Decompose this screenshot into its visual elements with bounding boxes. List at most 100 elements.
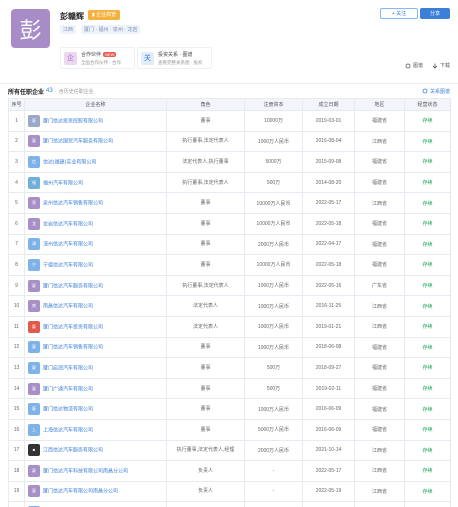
- subtag-cities[interactable]: 厦门 · 福州 · 泉州 · 龙岩: [81, 25, 141, 34]
- profile-header: 彭 彭赣辉 ▮ 企业高管 江西 厦门 · 福州 · 泉州 · 龙岩 + 关注 分…: [0, 0, 458, 84]
- company-cell[interactable]: 漳漳州信达汽车有限公司: [24, 233, 167, 256]
- status-cell: 存续: [404, 439, 451, 462]
- relation-card[interactable]: 关 投资关系 · 图谱 查看完整关系图 · 股权: [137, 47, 212, 69]
- role-cell: 执行董事,法定代表人,经理: [166, 439, 245, 462]
- follow-button[interactable]: + 关注: [380, 8, 418, 19]
- relation-graph-link[interactable]: 关系图谱: [422, 88, 450, 95]
- company-name-link[interactable]: 厦门信达汽车投资有限公司: [43, 324, 103, 330]
- table-row[interactable]: 7 漳漳州信达汽车有限公司 董事 2000万人民币 2022-04-17 福建省 存续: [8, 233, 451, 256]
- status-cell: 存续: [404, 357, 451, 379]
- capital-cell: 10000万人民币: [244, 254, 303, 276]
- role-cell: 董事: [166, 212, 245, 235]
- download-tool[interactable]: 下载: [432, 62, 450, 69]
- company-name-link[interactable]: 厦门广通汽车有限公司: [43, 386, 93, 392]
- company-cell[interactable]: 南南昌信达汽车有限公司: [24, 295, 167, 317]
- region-cell: 福建省: [354, 233, 405, 256]
- company-name-link[interactable]: 厦门信达物流有限公司: [43, 407, 93, 413]
- date-cell: 2018-09-27: [302, 357, 355, 379]
- table-row[interactable]: 3 信信达(福建)实业有限公司 法定代表人,执行董事 5000万 2015-09-08 福…: [8, 151, 451, 173]
- company-cell[interactable]: 厦厦门信达汽车有限公司南昌分公司: [24, 480, 167, 503]
- table-row[interactable]: 2 厦厦门信达国贸汽车服务有限公司 执行董事,法定代表人 1000万人民币 2016-0…: [8, 130, 451, 153]
- column-header: 经营状态: [404, 98, 451, 111]
- company-logo: 信: [28, 155, 40, 168]
- company-name-link[interactable]: 龙岩信达汽车有限公司: [43, 221, 93, 227]
- company-logo: 福: [28, 176, 40, 189]
- relation-card-sub: 查看完整关系图 · 股权: [158, 59, 203, 65]
- company-name-link[interactable]: 福州汽车有限公司: [43, 180, 83, 186]
- company-cell[interactable]: 厦厦门信达汽车服务有限公司: [24, 274, 167, 297]
- row-index: 14: [8, 377, 25, 400]
- table-row[interactable]: 9 厦厦门信达汽车服务有限公司 执行董事,法定代表人 1000万人民币 2022-05-…: [8, 274, 451, 297]
- company-name-link[interactable]: 宁德信达汽车有限公司: [43, 262, 93, 268]
- table-row[interactable]: 4 福福州汽车有限公司 执行董事,法定代表人 500万 2014-08-20 福建省 存续: [8, 171, 451, 194]
- company-cell[interactable]: 信信达(福建)实业有限公司: [24, 151, 167, 173]
- role-cell: 董事: [166, 336, 245, 359]
- company-cell[interactable]: 厦厦门广通汽车有限公司: [24, 377, 167, 400]
- role-tag: ▮ 企业高管: [88, 10, 121, 20]
- status-cell: 存续: [404, 151, 451, 173]
- company-cell[interactable]: 上上海信达汽车有限公司: [24, 418, 167, 441]
- share-button[interactable]: 分享: [420, 8, 450, 19]
- table-row[interactable]: 10 南南昌信达汽车有限公司 法定代表人 1000万人民币 2016-11-25 江西省存…: [8, 295, 451, 317]
- table-row[interactable]: 19 厦厦门信达汽车有限公司南昌分公司 负责人 -2022-05-19 江西省 存续: [8, 480, 451, 503]
- region-cell: 江西省: [354, 480, 405, 503]
- company-name-link[interactable]: 信达(福建)实业有限公司: [43, 159, 96, 165]
- company-cell[interactable]: 宁宁德信达汽车有限公司: [24, 254, 167, 276]
- capital-cell: 500万: [244, 377, 303, 400]
- row-index: 10: [8, 295, 25, 317]
- table-row[interactable]: 8 宁宁德信达汽车有限公司 董事 10000万人民币 2022-05-18 福建省 存续: [8, 254, 451, 276]
- table-row[interactable]: 20厦厦门信达汽车有限公司赣州分公司负责人-2022-05-26广东省存续: [8, 501, 451, 507]
- status-cell: 存续: [404, 295, 451, 317]
- company-cell[interactable]: 厦厦门信达汽车投资有限公司: [24, 315, 167, 338]
- company-name-link[interactable]: 南昌信达汽车有限公司: [43, 304, 93, 310]
- table-row[interactable]: 17 ■ 江西信达汽车服务有限公司 执行董事,法定代表人,经理 2000万人民币 2021…: [8, 439, 451, 462]
- role-cell: 法定代表人: [166, 295, 245, 317]
- company-cell[interactable]: 厦厦门信达国贸汽车服务有限公司: [24, 130, 167, 153]
- company-name-link[interactable]: 江西信达汽车服务有限公司: [43, 448, 103, 454]
- company-cell[interactable]: 厦厦门信达汽车科技有限公司南昌分公司: [24, 460, 167, 482]
- company-cell[interactable]: 厦厦门信达物流有限公司: [24, 398, 167, 420]
- company-cell[interactable]: 厦厦门信达汽车销售有限公司: [24, 336, 167, 359]
- company-name-link[interactable]: 厦门信达国贸汽车服务有限公司: [43, 139, 113, 145]
- company-name-link[interactable]: 厦门信达汽车科技有限公司南昌分公司: [43, 468, 128, 474]
- table-row[interactable]: 6 龙龙岩信达汽车有限公司 董事 10000万人民币 2022-05-18 福建省 存续: [8, 212, 451, 235]
- table-row[interactable]: 5 泉泉州信达汽车销售有限公司 董事 10000万人民币 2022-05-17 江西省 存续: [8, 192, 451, 214]
- company-name-link[interactable]: 泉州信达汽车销售有限公司: [43, 201, 103, 207]
- company-logo: 厦: [28, 403, 40, 416]
- company-logo: 宁: [28, 258, 40, 271]
- table-row[interactable]: 18 厦厦门信达汽车科技有限公司南昌分公司 负责人 -2022-05-17 江西省 存续: [8, 460, 451, 482]
- table-row[interactable]: 16 上上海信达汽车有限公司 董事 5000万人民币 2016-06-09 福建省 存续: [8, 418, 451, 441]
- table-row[interactable]: 15 厦厦门信达物流有限公司 董事 1000万人民币 2016-06-09 福建省 存续: [8, 398, 451, 420]
- partner-card[interactable]: 企 合作伙伴 NEW 全国合作伙伴 · 合作: [60, 47, 135, 69]
- partner-card-title: 合作伙伴: [81, 51, 102, 58]
- company-name-link[interactable]: 厦门信达汽车服务有限公司: [43, 283, 103, 289]
- company-name-link[interactable]: 厦门信达投资控股有限公司: [43, 118, 103, 124]
- company-name-link[interactable]: 上海信达汽车有限公司: [43, 427, 93, 433]
- company-name-link[interactable]: 厦门启润汽车有限公司: [43, 365, 93, 371]
- table-row[interactable]: 1 厦厦门信达投资控股有限公司 董事 10000万 2019-03-01 福建省 存续: [8, 110, 451, 132]
- company-logo: 泉: [28, 197, 40, 210]
- table-row[interactable]: 13 厦厦门启润汽车有限公司 董事 500万 2018-09-27 福建省 存续: [8, 357, 451, 379]
- relation-card-title: 投资关系 · 图谱: [158, 51, 193, 58]
- table-row[interactable]: 12 厦厦门信达汽车销售有限公司 董事 1000万人民币 2018-06-08 福建省 存续: [8, 336, 451, 359]
- company-name-link[interactable]: 厦门信达汽车有限公司南昌分公司: [43, 489, 118, 495]
- status-cell: 存续: [404, 274, 451, 297]
- company-cell[interactable]: ■ 江西信达汽车服务有限公司: [24, 439, 167, 462]
- company-name-link[interactable]: 漳州信达汽车有限公司: [43, 242, 93, 248]
- company-cell[interactable]: 福福州汽车有限公司: [24, 171, 167, 194]
- company-name-link[interactable]: 厦门信达汽车销售有限公司: [43, 345, 103, 351]
- section-title: 所有任职企业: [8, 89, 45, 96]
- row-index: 5: [8, 192, 25, 214]
- table-row[interactable]: 11 厦厦门信达汽车投资有限公司 法定代表人 1000万人民币 2019-01-21 江西…: [8, 315, 451, 338]
- table-row[interactable]: 14 厦厦门广通汽车有限公司 董事 500万 2019-02-11 福建省 存续: [8, 377, 451, 400]
- company-cell[interactable]: 厦厦门信达投资控股有限公司: [24, 110, 167, 132]
- company-cell[interactable]: 泉泉州信达汽车销售有限公司: [24, 192, 167, 214]
- graph-tool[interactable]: 图谱: [405, 62, 423, 69]
- date-cell: 2021-10-14: [302, 439, 355, 462]
- company-cell[interactable]: 厦厦门信达汽车有限公司赣州分公司: [24, 501, 167, 507]
- company-cell[interactable]: 龙龙岩信达汽车有限公司: [24, 212, 167, 235]
- status-cell: 存续: [404, 254, 451, 276]
- company-cell[interactable]: 厦厦门启润汽车有限公司: [24, 357, 167, 379]
- relation-icon: 关: [141, 51, 154, 65]
- subtag-region[interactable]: 江西: [60, 25, 77, 34]
